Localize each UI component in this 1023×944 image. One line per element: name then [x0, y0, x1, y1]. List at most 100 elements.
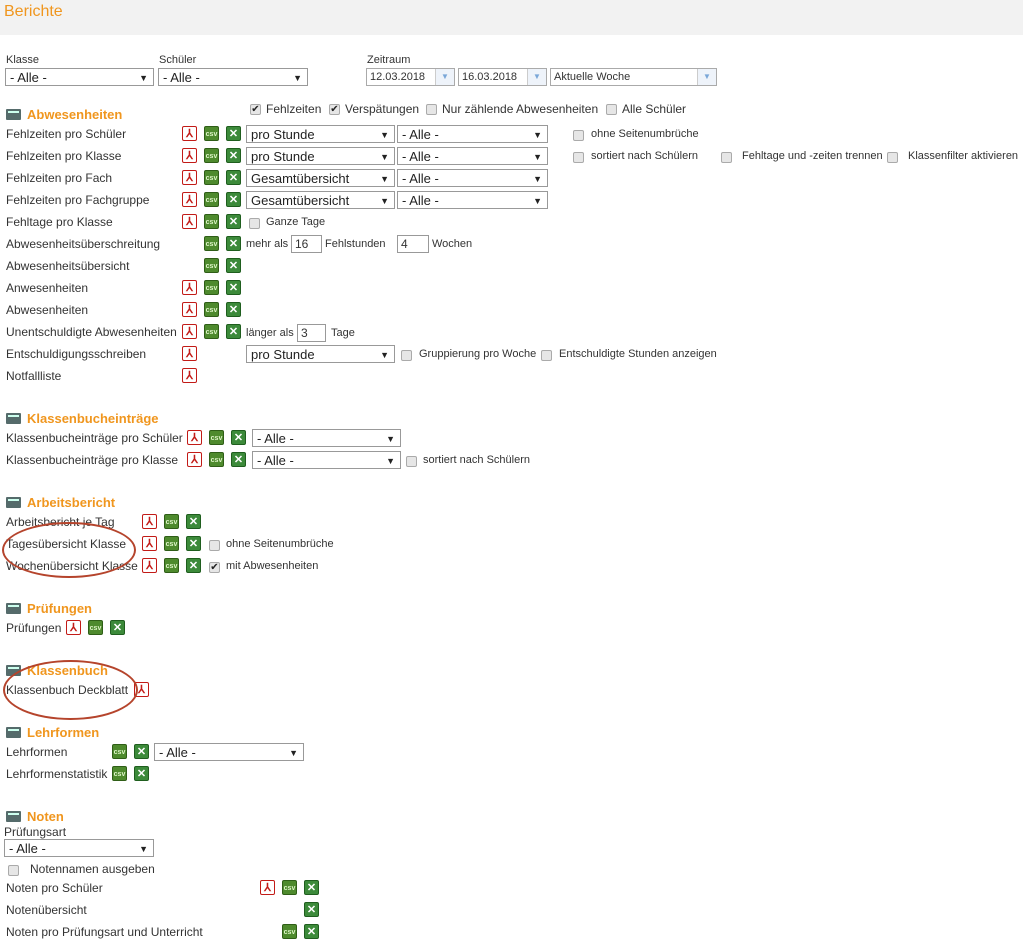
excel-export-icon[interactable]: ✕ [304, 924, 319, 939]
fehlzeiten-schueler-mode-select[interactable]: pro Stunde ▼ [246, 125, 395, 143]
csv-export-icon[interactable]: csv [204, 324, 219, 339]
csv-export-icon[interactable]: csv [204, 280, 219, 295]
entschuldigung-mode-select[interactable]: pro Stunde ▼ [246, 345, 395, 363]
pdf-export-icon[interactable]: ⅄ [182, 214, 197, 229]
pdf-export-icon[interactable]: ⅄ [182, 126, 197, 141]
pdf-export-icon[interactable]: ⅄ [187, 452, 202, 467]
ohne-seitenumbrueche-checkbox[interactable] [209, 540, 220, 551]
csv-export-icon[interactable]: csv [204, 170, 219, 185]
zeitraum-label: Zeitraum [367, 54, 411, 66]
excel-export-icon[interactable]: ✕ [186, 536, 201, 551]
section-abwesenheiten: Abwesenheiten [6, 107, 122, 122]
pdf-export-icon[interactable]: ⅄ [182, 346, 197, 361]
csv-export-icon[interactable]: csv [282, 880, 297, 895]
mit-abwesenheiten-checkbox[interactable]: ✔ [209, 562, 220, 573]
section-title: Prüfungen [27, 601, 92, 616]
sortiert-nach-schuelern-checkbox[interactable] [406, 456, 417, 467]
fehlzeiten-fach-filter-select[interactable]: - Alle - ▼ [397, 169, 548, 187]
pdf-export-icon[interactable]: ⅄ [187, 430, 202, 445]
csv-export-icon[interactable]: csv [204, 258, 219, 273]
csv-export-icon[interactable]: csv [204, 302, 219, 317]
pdf-export-icon[interactable]: ⅄ [142, 536, 157, 551]
alle-schueler-checkbox[interactable] [606, 104, 617, 115]
excel-export-icon[interactable]: ✕ [226, 214, 241, 229]
excel-export-icon[interactable]: ✕ [226, 148, 241, 163]
pdf-export-icon[interactable]: ⅄ [182, 170, 197, 185]
sortiert-nach-schuelern-checkbox[interactable] [573, 152, 584, 163]
klassenfilter-checkbox[interactable] [887, 152, 898, 163]
fehlzeiten-checkbox[interactable]: ✔ [250, 104, 261, 115]
pdf-export-icon[interactable]: ⅄ [182, 192, 197, 207]
wochen-input[interactable]: 4 [397, 235, 429, 253]
klassenbucheintraege-schueler-select[interactable]: - Alle - ▼ [252, 429, 401, 447]
chevron-down-icon[interactable]: ▼ [435, 69, 454, 85]
pdf-export-icon[interactable]: ⅄ [260, 880, 275, 895]
pdf-export-icon[interactable]: ⅄ [142, 558, 157, 573]
pdf-export-icon[interactable]: ⅄ [182, 324, 197, 339]
zeitraum-preset-select[interactable]: Aktuelle Woche ▼ [550, 68, 717, 86]
csv-export-icon[interactable]: csv [88, 620, 103, 635]
date-from-field[interactable]: 12.03.2018 ▼ [366, 68, 455, 86]
csv-export-icon[interactable]: csv [209, 430, 224, 445]
csv-export-icon[interactable]: csv [204, 214, 219, 229]
klassenbucheintraege-klasse-select[interactable]: - Alle - ▼ [252, 451, 401, 469]
fehlzeiten-fachgruppe-filter-select[interactable]: - Alle - ▼ [397, 191, 548, 209]
notennamen-checkbox[interactable] [8, 865, 19, 876]
excel-export-icon[interactable]: ✕ [186, 558, 201, 573]
csv-export-icon[interactable]: csv [209, 452, 224, 467]
pdf-export-icon[interactable]: ⅄ [182, 280, 197, 295]
entschuldigte-stunden-checkbox[interactable] [541, 350, 552, 361]
date-to-field[interactable]: 16.03.2018 ▼ [458, 68, 547, 86]
pdf-export-icon[interactable]: ⅄ [182, 302, 197, 317]
ganze-tage-checkbox[interactable] [249, 218, 260, 229]
nur-zaehlende-checkbox[interactable] [426, 104, 437, 115]
csv-export-icon[interactable]: csv [204, 192, 219, 207]
excel-export-icon[interactable]: ✕ [231, 452, 246, 467]
excel-export-icon[interactable]: ✕ [110, 620, 125, 635]
excel-export-icon[interactable]: ✕ [186, 514, 201, 529]
csv-export-icon[interactable]: csv [204, 148, 219, 163]
csv-export-icon[interactable]: csv [164, 514, 179, 529]
csv-export-icon[interactable]: csv [164, 536, 179, 551]
csv-export-icon[interactable]: csv [164, 558, 179, 573]
fehlzeiten-schueler-filter-select[interactable]: - Alle - ▼ [397, 125, 548, 143]
fehlzeiten-klasse-filter-select[interactable]: - Alle - ▼ [397, 147, 548, 165]
excel-export-icon[interactable]: ✕ [226, 170, 241, 185]
laenger-als-input[interactable]: 3 [297, 324, 326, 342]
pdf-export-icon[interactable]: ⅄ [182, 368, 197, 383]
lehrformen-select[interactable]: - Alle - ▼ [154, 743, 304, 761]
csv-export-icon[interactable]: csv [112, 744, 127, 759]
pdf-export-icon[interactable]: ⅄ [66, 620, 81, 635]
klasse-select[interactable]: - Alle - ▼ [5, 68, 154, 86]
fehlzeiten-klasse-mode-select[interactable]: pro Stunde ▼ [246, 147, 395, 165]
excel-export-icon[interactable]: ✕ [304, 902, 319, 917]
pdf-export-icon[interactable]: ⅄ [182, 148, 197, 163]
pruefungsart-select[interactable]: - Alle - ▼ [4, 839, 154, 857]
fehlzeiten-fachgruppe-mode-select[interactable]: Gesamtübersicht ▼ [246, 191, 395, 209]
verspaetungen-checkbox[interactable]: ✔ [329, 104, 340, 115]
excel-export-icon[interactable]: ✕ [226, 258, 241, 273]
excel-export-icon[interactable]: ✕ [304, 880, 319, 895]
fehltage-trennen-checkbox[interactable] [721, 152, 732, 163]
schueler-select[interactable]: - Alle - ▼ [158, 68, 308, 86]
excel-export-icon[interactable]: ✕ [134, 766, 149, 781]
excel-export-icon[interactable]: ✕ [134, 744, 149, 759]
excel-export-icon[interactable]: ✕ [226, 324, 241, 339]
excel-export-icon[interactable]: ✕ [226, 236, 241, 251]
excel-export-icon[interactable]: ✕ [226, 126, 241, 141]
csv-export-icon[interactable]: csv [112, 766, 127, 781]
fehlzeiten-fach-mode-select[interactable]: Gesamtübersicht ▼ [246, 169, 395, 187]
gruppierung-pro-woche-checkbox[interactable] [401, 350, 412, 361]
csv-export-icon[interactable]: csv [204, 236, 219, 251]
fehlstunden-input[interactable]: 16 [291, 235, 322, 253]
excel-export-icon[interactable]: ✕ [226, 302, 241, 317]
excel-export-icon[interactable]: ✕ [226, 280, 241, 295]
csv-export-icon[interactable]: csv [282, 924, 297, 939]
chevron-down-icon[interactable]: ▼ [697, 69, 716, 85]
chevron-down-icon[interactable]: ▼ [527, 69, 546, 85]
ohne-seitenumbrueche-checkbox[interactable] [573, 130, 584, 141]
excel-export-icon[interactable]: ✕ [226, 192, 241, 207]
pdf-export-icon[interactable]: ⅄ [142, 514, 157, 529]
excel-export-icon[interactable]: ✕ [231, 430, 246, 445]
csv-export-icon[interactable]: csv [204, 126, 219, 141]
